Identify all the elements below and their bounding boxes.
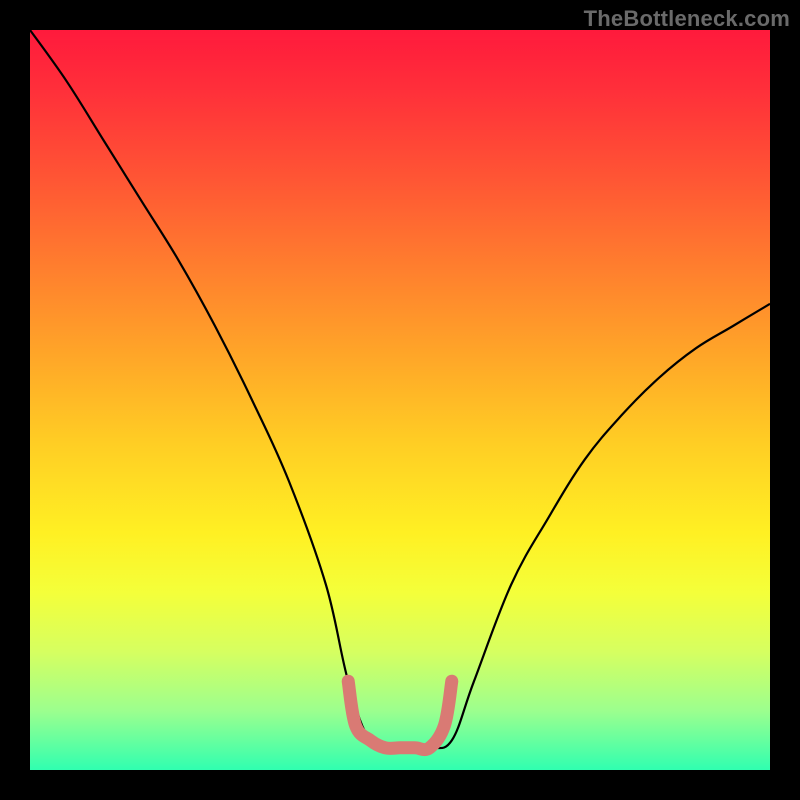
plot-area (30, 30, 770, 770)
chart-svg (30, 30, 770, 770)
watermark-text: TheBottleneck.com (584, 6, 790, 32)
bottleneck-curve (30, 30, 770, 749)
chart-frame: TheBottleneck.com (0, 0, 800, 800)
optimal-band (348, 681, 452, 749)
